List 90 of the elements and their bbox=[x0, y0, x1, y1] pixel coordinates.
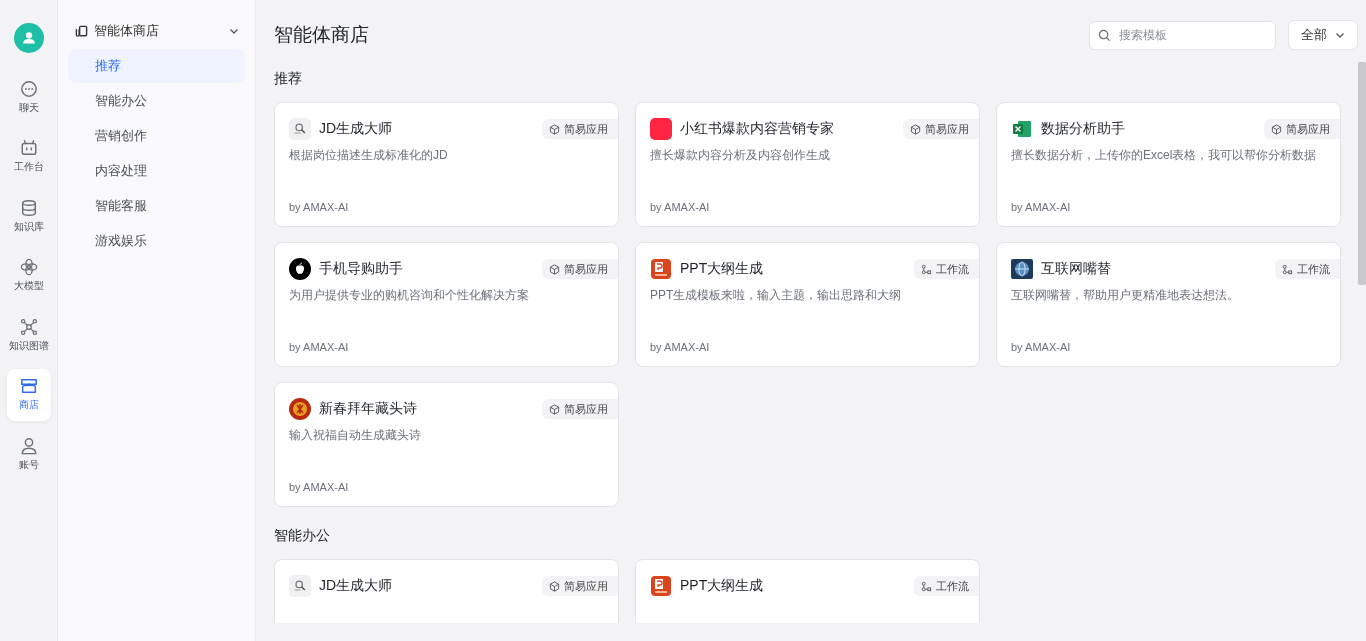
card-description: 擅长数据分析，上传你的Excel表格，我可以帮你分析数据 bbox=[1011, 147, 1318, 164]
spreadsheet-icon bbox=[1011, 118, 1033, 140]
card-title: PPT大纲生成 bbox=[680, 260, 765, 278]
card-author: by AMAX-AI bbox=[650, 201, 711, 213]
agent-card[interactable]: JD生成大师 简易应用 根据岗位描述生成标准化的JD by AMAX-AI bbox=[274, 102, 619, 227]
agent-card[interactable]: PPT大纲生成 工作流 bbox=[635, 559, 980, 623]
tag-label: 简易应用 bbox=[925, 121, 969, 137]
avatar[interactable] bbox=[13, 23, 44, 53]
nav-item[interactable]: 工作台 bbox=[6, 130, 51, 183]
robot-icon bbox=[19, 139, 38, 157]
card-title: 小红书爆款内容营销专家 bbox=[680, 120, 835, 138]
card-author: by AMAX-AI bbox=[1011, 201, 1072, 213]
agent-card[interactable]: 小红书爆款内容营销专家 简易应用 擅长爆款内容分析及内容创作生成 by AMAX-AI bbox=[635, 102, 980, 227]
presentation-icon bbox=[650, 258, 672, 280]
user-icon bbox=[19, 436, 38, 455]
nav-item[interactable]: 知识库 bbox=[6, 190, 51, 242]
apple-icon bbox=[289, 258, 311, 280]
chevron-icon bbox=[229, 26, 239, 36]
nav-item[interactable]: 知识图谱 bbox=[6, 309, 51, 361]
presentation-icon bbox=[650, 575, 672, 597]
cube-icon bbox=[549, 123, 560, 135]
nav-item[interactable]: 聊天 bbox=[6, 71, 51, 123]
card-title: JD生成大师 bbox=[319, 120, 394, 138]
cube-icon bbox=[549, 403, 560, 415]
sidebar-item[interactable]: 营销创作 bbox=[68, 119, 245, 153]
card-title: 新春拜年藏头诗 bbox=[319, 400, 418, 418]
sidebar-item[interactable]: 智能客服 bbox=[68, 189, 245, 223]
page-title: 智能体商店 bbox=[274, 23, 370, 47]
tag-label: 工作流 bbox=[1297, 261, 1330, 277]
section-heading: 智能办公 bbox=[274, 527, 331, 545]
card-author: by AMAX-AI bbox=[289, 481, 350, 493]
card-description: 输入祝福自动生成藏头诗 bbox=[289, 427, 422, 444]
tag-label: 工作流 bbox=[936, 578, 969, 594]
card-description: 擅长爆款内容分析及内容创作生成 bbox=[650, 147, 831, 164]
tag-label: 简易应用 bbox=[564, 121, 608, 137]
filter-dropdown[interactable]: 全部 bbox=[1288, 20, 1358, 50]
card-author: by AMAX-AI bbox=[650, 341, 711, 353]
nav-item[interactable]: 商店 bbox=[6, 368, 51, 421]
cube-icon bbox=[910, 123, 921, 135]
scrollbar-thumb[interactable] bbox=[1358, 62, 1366, 285]
cube-icon bbox=[1271, 123, 1282, 135]
sidebar-header[interactable]: 智能体商店 bbox=[68, 18, 245, 44]
card-title: PPT大纲生成 bbox=[680, 577, 765, 595]
sidebar-item[interactable]: 推荐 bbox=[68, 49, 245, 83]
search-field[interactable]: 搜索模板 bbox=[1089, 20, 1276, 50]
section-heading: 推荐 bbox=[274, 70, 303, 88]
card-title: JD生成大师 bbox=[319, 577, 394, 595]
workflow-icon bbox=[921, 580, 932, 592]
store-icon bbox=[19, 377, 38, 395]
tag-label: 简易应用 bbox=[564, 578, 608, 594]
nav-item[interactable]: 账号 bbox=[6, 428, 51, 480]
cube-icon bbox=[549, 263, 560, 275]
card-description: PPT生成模板来啦，输入主题，输出思路和大纲 bbox=[650, 287, 903, 304]
nav-item[interactable]: 大模型 bbox=[6, 249, 51, 302]
tag-label: 简易应用 bbox=[1286, 121, 1330, 137]
card-description: 为用户提供专业的购机咨询和个性化解决方案 bbox=[289, 287, 530, 304]
card-title: 互联网嘴替 bbox=[1041, 260, 1112, 278]
tag-label: 简易应用 bbox=[564, 401, 608, 417]
agent-card[interactable]: 新春拜年藏头诗 简易应用 输入祝福自动生成藏头诗 by AMAX-AI bbox=[274, 382, 619, 507]
chat-bubble-icon bbox=[19, 79, 38, 98]
agent-card[interactable]: JD生成大师 简易应用 bbox=[274, 559, 619, 623]
chevron-icon bbox=[1335, 30, 1345, 40]
app-logo-icon bbox=[650, 118, 672, 140]
store-icon bbox=[75, 24, 88, 38]
database-icon bbox=[19, 198, 38, 217]
agent-card[interactable]: 手机导购助手 简易应用 为用户提供专业的购机咨询和个性化解决方案 by AMAX-AI bbox=[274, 242, 619, 367]
agent-card[interactable]: 互联网嘴替 工作流 互联网嘴替，帮助用户更精准地表达想法。 by AMAX-AI bbox=[996, 242, 1341, 367]
card-title: 手机导购助手 bbox=[319, 260, 404, 278]
workflow-icon bbox=[921, 263, 932, 275]
globe-icon bbox=[1011, 258, 1033, 280]
agent-card[interactable]: PPT大纲生成 工作流 PPT生成模板来啦，输入主题，输出思路和大纲 by AMAX-AI bbox=[635, 242, 980, 367]
card-author: by AMAX-AI bbox=[289, 201, 350, 213]
magnifier-icon bbox=[289, 575, 311, 597]
sidebar-item[interactable]: 内容处理 bbox=[68, 154, 245, 188]
magnifier-icon bbox=[289, 118, 311, 140]
card-description: 互联网嘴替，帮助用户更精准地表达想法。 bbox=[1011, 287, 1240, 304]
card-description: 根据岗位描述生成标准化的JD bbox=[289, 147, 449, 164]
workflow-icon bbox=[1282, 263, 1293, 275]
sidebar-item[interactable]: 游戏娱乐 bbox=[68, 224, 245, 258]
agent-card[interactable]: 数据分析助手 简易应用 擅长数据分析，上传你的Excel表格，我可以帮你分析数据 by AMAX-AI bbox=[996, 102, 1341, 227]
card-title: 数据分析助手 bbox=[1041, 120, 1126, 138]
tag-label: 工作流 bbox=[936, 261, 969, 277]
knot-icon bbox=[19, 258, 38, 276]
medallion-icon bbox=[289, 398, 311, 420]
card-author: by AMAX-AI bbox=[289, 341, 350, 353]
tag-label: 简易应用 bbox=[564, 261, 608, 277]
card-author: by AMAX-AI bbox=[1011, 341, 1072, 353]
network-icon bbox=[19, 317, 38, 336]
sidebar-item[interactable]: 智能办公 bbox=[68, 84, 245, 118]
cube-icon bbox=[549, 580, 560, 592]
